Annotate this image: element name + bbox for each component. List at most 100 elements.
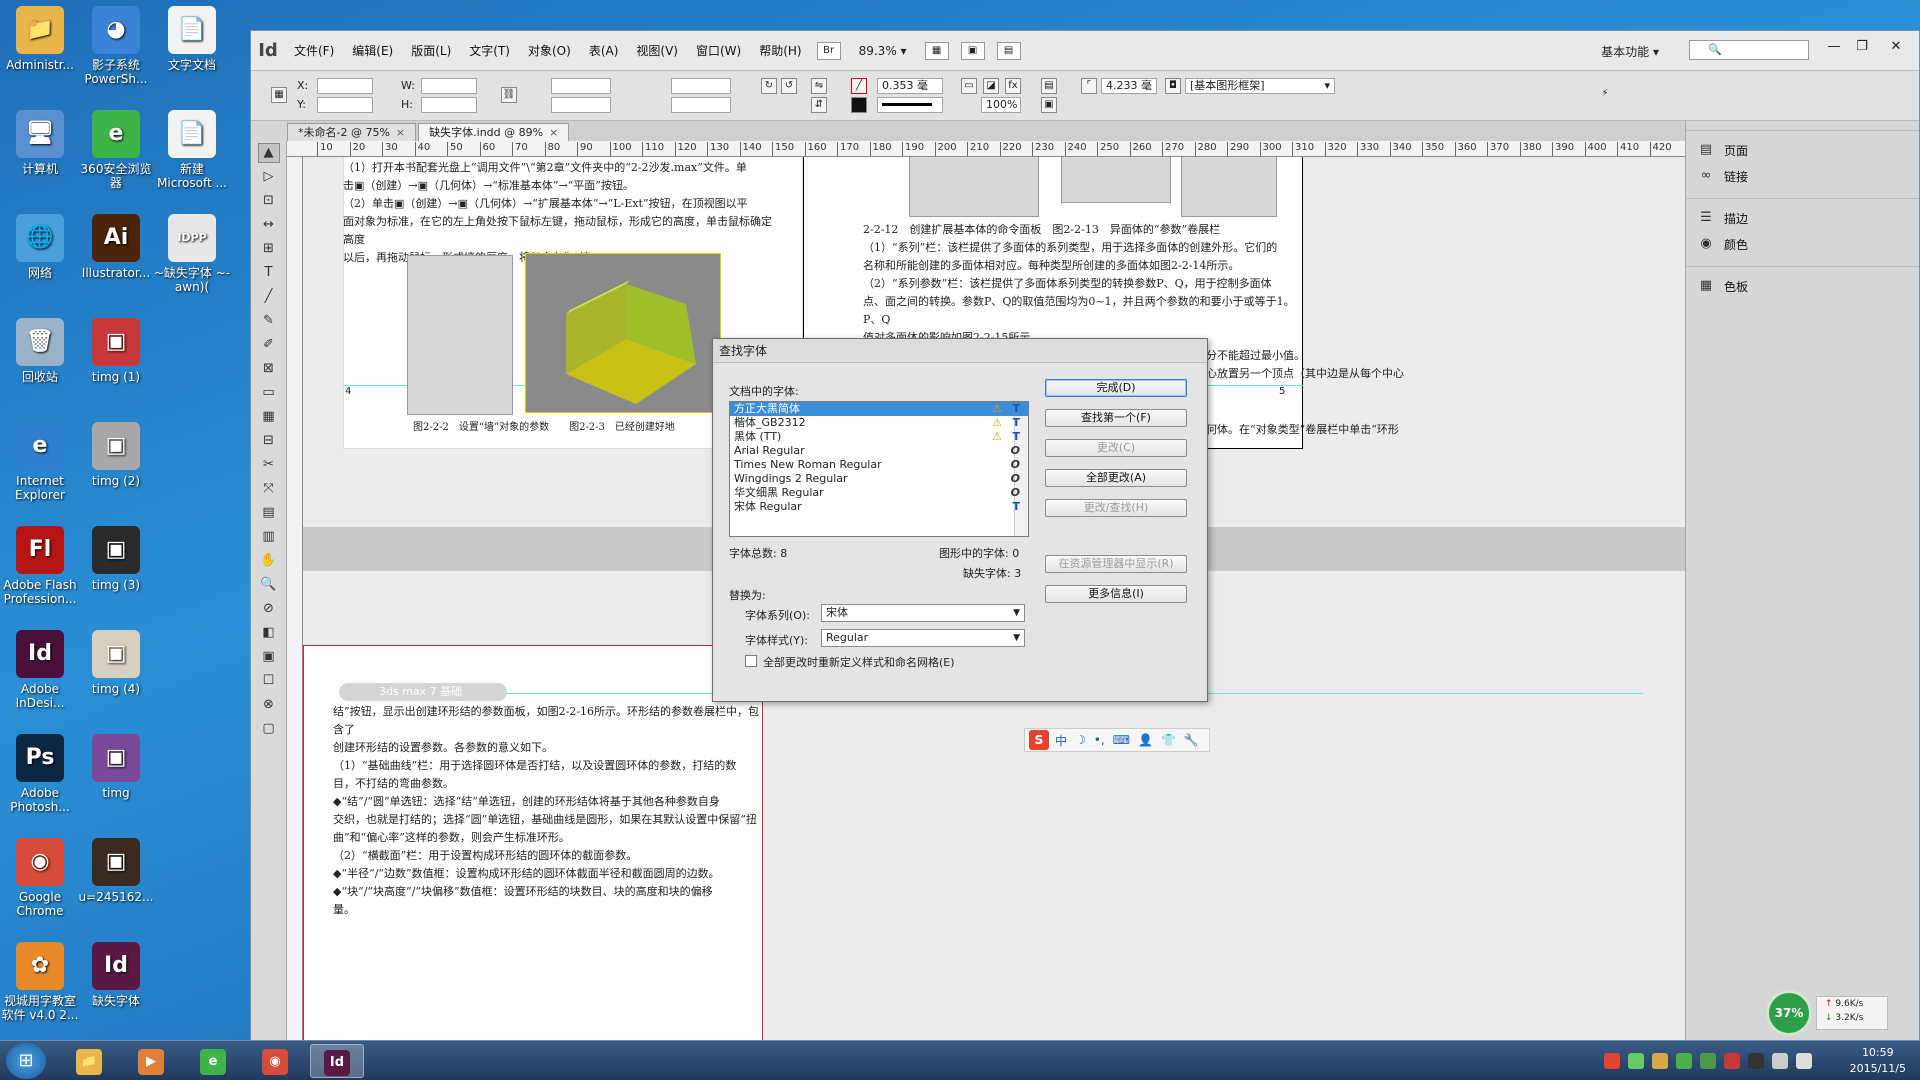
- object-style-icon[interactable]: ◘: [1165, 78, 1181, 94]
- menu-item[interactable]: 对象(O): [519, 31, 580, 71]
- taskbar-item[interactable]: ▶: [124, 1044, 178, 1078]
- fill-swatch-icon[interactable]: ╱: [851, 78, 867, 94]
- desktop-icon[interactable]: IDPP ~缺失字体 ~-awn)(: [152, 214, 232, 294]
- ime-item-icon[interactable]: 👕: [1161, 733, 1176, 747]
- ime-item-icon[interactable]: 👤: [1138, 733, 1153, 747]
- change-button[interactable]: 更改(C): [1045, 439, 1187, 457]
- flip-vertical-icon[interactable]: ⇵: [811, 97, 827, 113]
- font-style-select[interactable]: Regular ▼: [821, 629, 1025, 647]
- font-family-select[interactable]: 宋体 ▼: [821, 604, 1025, 622]
- desktop-icon[interactable]: 🗑 回收站: [0, 318, 80, 384]
- desktop-icon[interactable]: 📁 Administr...: [0, 6, 80, 72]
- close-button[interactable]: ✕: [1883, 37, 1909, 57]
- screen-mode-icon[interactable]: ▣: [960, 41, 985, 60]
- change-find-button[interactable]: 更改/查找(H): [1045, 499, 1187, 517]
- desktop-icon[interactable]: e 360安全浏览器: [76, 110, 156, 190]
- tool-button[interactable]: ⊠: [258, 359, 280, 379]
- desktop-icon[interactable]: ▣ timg (4): [76, 630, 156, 696]
- stroke-type-select[interactable]: [877, 97, 943, 113]
- ime-item-icon[interactable]: •,: [1094, 733, 1105, 747]
- tray-icon-4[interactable]: [1724, 1053, 1740, 1069]
- scale-y-field[interactable]: [551, 97, 611, 113]
- tray-icon-5[interactable]: [1748, 1053, 1764, 1069]
- desktop-icon[interactable]: Ai Illustrator...: [76, 214, 156, 280]
- memory-usage-badge[interactable]: 37%: [1766, 990, 1812, 1036]
- ime-toolbar[interactable]: S 中 ☽ •, ⌨ 👤 👕 🔧: [1024, 728, 1210, 752]
- tray-icon-2[interactable]: [1676, 1053, 1692, 1069]
- shear-field[interactable]: [671, 97, 731, 113]
- ime-item-icon[interactable]: 🔧: [1184, 733, 1199, 747]
- desktop-icon[interactable]: ◕ 影子系统 PowerSh...: [76, 6, 156, 86]
- desktop-icon[interactable]: ▣ u=245162...: [76, 838, 156, 904]
- fit-frame-icon[interactable]: ▣: [1041, 97, 1057, 113]
- tool-button[interactable]: ⊘: [258, 599, 280, 619]
- tool-button[interactable]: ✋: [258, 551, 280, 571]
- search-input[interactable]: 🔍: [1689, 40, 1809, 60]
- align-icon[interactable]: ▤: [1041, 78, 1057, 94]
- network-monitor[interactable]: 37% ↑ 9.6K/s ↓ 3.2K/s: [1766, 990, 1890, 1036]
- desktop-icon[interactable]: e Internet Explorer: [0, 422, 80, 502]
- desktop-icon[interactable]: 🖥 计算机: [0, 110, 80, 176]
- tool-button[interactable]: ╱: [258, 287, 280, 307]
- maximize-button[interactable]: ❐: [1849, 37, 1875, 57]
- bridge-icon[interactable]: Br: [816, 41, 841, 60]
- desktop-icon[interactable]: 🌐 网络: [0, 214, 80, 280]
- reveal-in-explorer-button[interactable]: 在资源管理器中显示(R): [1045, 555, 1187, 573]
- tool-button[interactable]: ☐: [258, 671, 280, 691]
- desktop-icon[interactable]: ▣ timg (2): [76, 422, 156, 488]
- desktop-icon[interactable]: ✿ 视城用字教室 软件 v4.0 2...: [0, 942, 80, 1022]
- panel-item[interactable]: ▦ 色板: [1686, 273, 1919, 299]
- more-info-button[interactable]: 更多信息(I): [1045, 585, 1187, 603]
- tool-button[interactable]: ✎: [258, 311, 280, 331]
- clock[interactable]: 10:59 2015/11/5: [1850, 1045, 1906, 1077]
- tool-button[interactable]: ✐: [258, 335, 280, 355]
- font-list-item[interactable]: 华文细黑 Regular O: [730, 486, 1028, 500]
- height-field[interactable]: [421, 97, 477, 113]
- desktop-icon[interactable]: Id 缺失字体: [76, 942, 156, 1008]
- taskbar-item[interactable]: Id: [310, 1044, 364, 1078]
- tool-button[interactable]: ↔: [258, 215, 280, 235]
- width-field[interactable]: [421, 78, 477, 94]
- tool-button[interactable]: T: [258, 263, 280, 283]
- network-tray-icon[interactable]: [1772, 1053, 1788, 1069]
- desktop-icon[interactable]: ▣ timg: [76, 734, 156, 800]
- panel-item[interactable]: ∞ 链接: [1686, 163, 1919, 189]
- menu-item[interactable]: 表(A): [580, 31, 628, 71]
- change-all-button[interactable]: 全部更改(A): [1045, 469, 1187, 487]
- rotate-cw-icon[interactable]: ↻: [761, 78, 777, 94]
- tool-button[interactable]: ▣: [258, 647, 280, 667]
- tool-button[interactable]: ▢: [258, 719, 280, 739]
- font-list-item[interactable]: 黑体 (TT) ⚠ T: [730, 430, 1028, 444]
- desktop-icon[interactable]: ▣ timg (1): [76, 318, 156, 384]
- font-list-item[interactable]: 方正大黑简体 ⚠ T: [730, 402, 1028, 416]
- font-list[interactable]: 方正大黑简体 ⚠ T 楷体_GB2312 ⚠ T 黑体 (TT) ⚠ T Arial Regula…: [729, 401, 1029, 537]
- desktop-icon[interactable]: 📄 文字文档: [152, 6, 232, 72]
- font-list-item[interactable]: Arial Regular O: [730, 444, 1028, 458]
- drop-shadow-icon[interactable]: ◪: [983, 78, 999, 94]
- constrain-proportions-icon[interactable]: ⛓: [501, 87, 517, 103]
- reference-point-icon[interactable]: ▦: [271, 87, 287, 103]
- tool-button[interactable]: ▲: [257, 143, 280, 163]
- desktop-icon[interactable]: ▣ timg (3): [76, 526, 156, 592]
- tool-button[interactable]: ⤧: [258, 479, 280, 499]
- corner-options-icon[interactable]: ⌜: [1081, 78, 1097, 94]
- corner-size-field[interactable]: 4.233 毫: [1101, 78, 1157, 94]
- desktop-icon[interactable]: Fl Adobe Flash Profession...: [0, 526, 80, 606]
- stroke-weight-field[interactable]: 0.353 毫: [877, 78, 943, 94]
- menu-item[interactable]: 窗口(W): [687, 31, 750, 71]
- ime-item-icon[interactable]: 中: [1055, 732, 1067, 749]
- scale-x-field[interactable]: [551, 78, 611, 94]
- ime-item-icon[interactable]: ⌨: [1113, 733, 1130, 747]
- panel-item[interactable]: ☰ 描边: [1686, 205, 1919, 231]
- panel-item[interactable]: ▤ 页面: [1686, 137, 1919, 163]
- text-wrap-icon[interactable]: ▭: [961, 78, 977, 94]
- tool-button[interactable]: ▦: [258, 407, 280, 427]
- tool-button[interactable]: ▭: [258, 383, 280, 403]
- start-button[interactable]: ⊞: [6, 1043, 46, 1079]
- redefine-styles-checkbox[interactable]: [745, 655, 757, 667]
- menu-item[interactable]: 版面(L): [402, 31, 460, 71]
- sogou-tray-icon[interactable]: [1604, 1053, 1620, 1069]
- font-list-item[interactable]: 宋体 Regular T: [730, 500, 1028, 514]
- y-field[interactable]: [317, 97, 373, 113]
- tool-button[interactable]: 🔍: [258, 575, 280, 595]
